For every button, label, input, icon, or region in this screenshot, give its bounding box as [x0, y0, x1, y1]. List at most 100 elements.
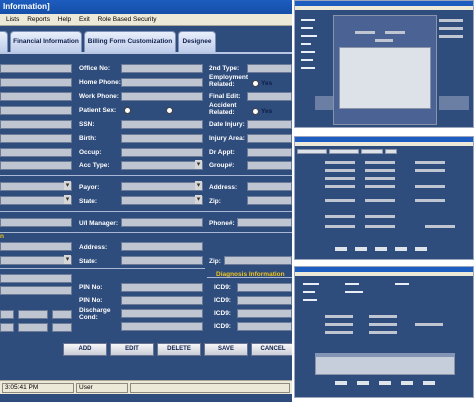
- acc-type-select[interactable]: [121, 160, 203, 170]
- work-phone-field[interactable]: [121, 92, 203, 101]
- thumb2-field-2: [365, 161, 395, 164]
- tab-partial[interactable]: [0, 31, 8, 53]
- add-button[interactable]: ADD: [63, 343, 107, 356]
- phone-no-field[interactable]: [237, 218, 292, 227]
- left-combo-2[interactable]: [0, 195, 72, 205]
- pin-no-1-field[interactable]: [121, 283, 203, 292]
- occup-field[interactable]: [121, 148, 203, 157]
- accident-yes-label: Yes: [261, 108, 273, 115]
- small-field-3[interactable]: [52, 310, 72, 319]
- delete-button[interactable]: DELETE: [157, 343, 201, 356]
- occup-label: Occup:: [79, 149, 102, 156]
- injury-area-field[interactable]: [247, 134, 292, 143]
- address2-field[interactable]: [121, 242, 203, 251]
- state2-field[interactable]: [121, 256, 203, 265]
- home-phone-field[interactable]: [121, 78, 203, 87]
- status-user: User: [76, 383, 128, 393]
- tab-designee[interactable]: Designee: [178, 31, 216, 53]
- icd9-3-field[interactable]: [237, 309, 292, 318]
- birth-field[interactable]: [121, 134, 203, 143]
- pin-no-1-label: PIN No:: [79, 284, 103, 291]
- discharge-extra-field[interactable]: [121, 322, 203, 331]
- thumb2-btn-1: [335, 247, 347, 251]
- dr-appt-field[interactable]: [247, 148, 292, 157]
- icd9-3-label: ICD9:: [214, 310, 231, 317]
- payor-label: Payor:: [79, 184, 100, 191]
- small-field-6[interactable]: [52, 323, 72, 332]
- sex-radio-female[interactable]: [166, 107, 173, 114]
- patient-sex-label: Patient Sex:: [79, 107, 117, 114]
- small-field-2[interactable]: [18, 310, 48, 319]
- left-field-8[interactable]: [0, 161, 72, 170]
- thumb1-side-panel-left: [315, 96, 333, 110]
- left-field-12[interactable]: [0, 286, 72, 295]
- thumb1-label-2: [301, 27, 313, 29]
- left-combo-1[interactable]: [0, 181, 72, 191]
- employment-yes-radio[interactable]: [252, 80, 259, 87]
- state-select[interactable]: [121, 195, 203, 205]
- icd9-1-field[interactable]: [237, 283, 292, 292]
- thumb2-field-12: [325, 199, 355, 202]
- menu-reports[interactable]: Reports: [27, 14, 50, 26]
- thumb1-dialog-field-2: [385, 31, 405, 34]
- thumb3-btn-3: [379, 381, 391, 385]
- office-no-field[interactable]: [121, 64, 203, 73]
- address-field[interactable]: [247, 182, 292, 191]
- edit-button[interactable]: EDIT: [110, 343, 154, 356]
- employment-related-label: Employment Related:: [209, 74, 249, 88]
- main-window: Information] Lists Reports Help Exit Rol…: [0, 0, 292, 402]
- thumb2-btn-3: [375, 247, 387, 251]
- thumb3-btn-5: [423, 381, 435, 385]
- left-field-1[interactable]: [0, 64, 72, 73]
- second-type-field[interactable]: [247, 64, 292, 73]
- left-combo-3[interactable]: [0, 255, 72, 265]
- menu-lists[interactable]: Lists: [6, 14, 19, 26]
- date-injury-field[interactable]: [247, 120, 292, 129]
- left-field-7[interactable]: [0, 148, 72, 157]
- menu-help[interactable]: Help: [58, 14, 71, 26]
- small-field-1[interactable]: [0, 310, 14, 319]
- menu-exit[interactable]: Exit: [79, 14, 90, 26]
- left-field-3[interactable]: [0, 92, 72, 101]
- group-no-field[interactable]: [247, 161, 292, 170]
- left-field-10[interactable]: [0, 242, 72, 251]
- thumb3-label-4: [345, 283, 359, 285]
- zip-field[interactable]: [247, 196, 292, 205]
- accident-related-label: Accident Related:: [209, 102, 237, 116]
- payor-select[interactable]: [121, 181, 203, 191]
- dr-appt-label: Dr Appt:: [209, 149, 235, 156]
- zip-label: Zip:: [209, 198, 221, 205]
- accident-yes-radio[interactable]: [252, 108, 259, 115]
- left-field-11[interactable]: [0, 274, 72, 283]
- pin-no-2-label: PIN No:: [79, 297, 103, 304]
- ui-manager-field[interactable]: [121, 218, 203, 227]
- final-edit-field[interactable]: [247, 92, 292, 101]
- left-field-2[interactable]: [0, 78, 72, 87]
- menu-role-based-security[interactable]: Role Based Security: [98, 14, 157, 26]
- small-field-5[interactable]: [18, 323, 48, 332]
- left-field-9[interactable]: [0, 218, 72, 227]
- small-field-4[interactable]: [0, 323, 14, 332]
- ssn-field[interactable]: [121, 120, 203, 129]
- tab-billing-form-customization[interactable]: Billing Form Customization: [84, 31, 176, 53]
- thumb2-field-5: [365, 169, 395, 172]
- icd9-4-field[interactable]: [237, 322, 292, 331]
- work-phone-label: Work Phone:: [79, 93, 119, 100]
- left-field-4[interactable]: [0, 106, 72, 115]
- thumb2-field-3: [415, 161, 445, 164]
- left-field-5[interactable]: [0, 120, 72, 129]
- zip2-field[interactable]: [224, 256, 292, 265]
- tab-financial-information[interactable]: Financial Information: [10, 31, 82, 53]
- cancel-button[interactable]: CANCEL: [251, 343, 292, 356]
- icd9-2-field[interactable]: [237, 296, 292, 305]
- section-divider-1: [0, 175, 292, 176]
- thumb2-field-9: [325, 185, 355, 188]
- thumb3-label-1: [303, 283, 319, 285]
- sex-radio-male[interactable]: [124, 107, 131, 114]
- save-button[interactable]: SAVE: [204, 343, 248, 356]
- thumb2-btn-2: [355, 247, 367, 251]
- discharge-cond-field[interactable]: [121, 309, 203, 318]
- left-field-6[interactable]: [0, 134, 72, 143]
- pin-no-2-field[interactable]: [121, 296, 203, 305]
- office-no-label: Office No:: [79, 65, 111, 72]
